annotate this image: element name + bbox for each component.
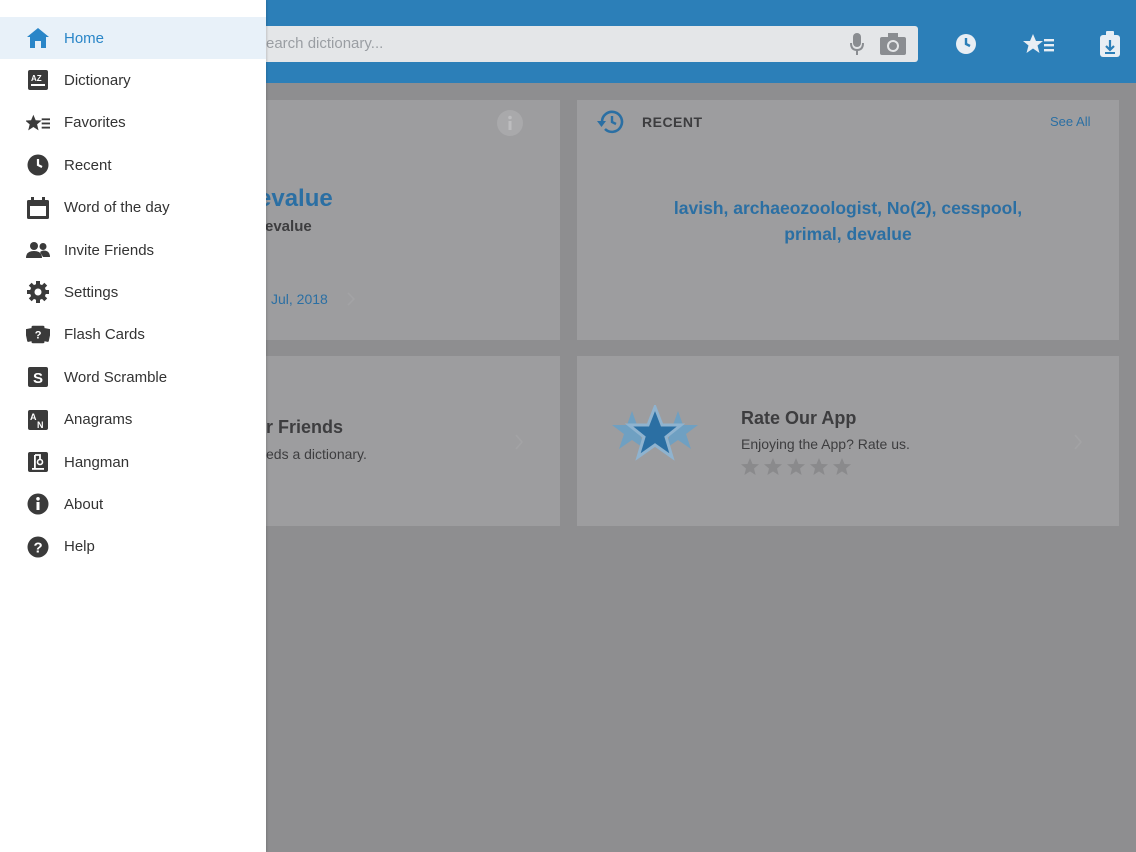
info-icon (26, 493, 50, 515)
rate-app-card[interactable]: Rate Our App Enjoying the App? Rate us. (577, 356, 1119, 526)
people-icon (26, 239, 50, 261)
word-scramble-icon: S (26, 366, 50, 388)
search-input[interactable]: earch dictionary... (266, 35, 383, 52)
menu-item-label: Recent (64, 156, 112, 174)
svg-text:A: A (30, 412, 37, 422)
camera-icon[interactable] (880, 33, 906, 55)
svg-text:AZ: AZ (31, 74, 42, 83)
recent-words-line-2[interactable]: primal, devalue (577, 221, 1119, 247)
menu-item-label: Anagrams (64, 411, 133, 429)
word-of-day-date: Jul, 2018 (271, 291, 328, 307)
invite-friends-subtitle: eds a dictionary. (266, 446, 367, 462)
svg-text:S: S (33, 370, 43, 387)
menu-item-help[interactable]: ? Help (0, 526, 266, 568)
menu-item-word-of-the-day[interactable]: Word of the day (0, 187, 266, 229)
info-badge-icon[interactable] (497, 110, 523, 136)
menu-item-label: Settings (64, 284, 119, 302)
rating-stars[interactable] (741, 458, 851, 475)
menu-item-label: Flash Cards (64, 326, 145, 344)
menu-item-label: Word of the day (64, 199, 170, 217)
microphone-icon[interactable] (850, 33, 864, 55)
recent-words-line-1[interactable]: lavish, archaeozoologist, No(2), cesspoo… (577, 195, 1119, 221)
gear-icon (26, 281, 50, 304)
calendar-icon (26, 196, 50, 219)
download-icon[interactable] (1100, 31, 1120, 57)
chevron-right-icon[interactable] (1073, 434, 1083, 450)
home-icon (26, 27, 50, 49)
recent-title: RECENT (642, 114, 703, 130)
menu-item-flash-cards[interactable]: ? Flash Cards (0, 314, 266, 356)
menu-item-home[interactable]: Home (0, 17, 266, 60)
hangman-icon (26, 451, 50, 473)
rating-star-icon[interactable] (810, 458, 828, 475)
navigation-drawer: Home AZ Dictionary Favorites Recent Word… (0, 0, 266, 852)
rate-app-subtitle: Enjoying the App? Rate us. (741, 436, 910, 452)
menu-item-label: Favorites (64, 114, 126, 132)
menu-item-label: Hangman (64, 453, 130, 471)
menu-item-favorites[interactable]: Favorites (0, 102, 266, 144)
rating-star-icon[interactable] (787, 458, 805, 475)
menu-item-invite-friends[interactable]: Invite Friends (0, 229, 266, 271)
search-bar[interactable]: earch dictionary... (250, 26, 918, 62)
chevron-right-icon[interactable] (514, 434, 524, 450)
menu-item-label: Word Scramble (64, 368, 168, 386)
clock-icon (26, 154, 50, 176)
menu-item-dictionary[interactable]: AZ Dictionary (0, 59, 266, 101)
menu-item-hangman[interactable]: Hangman (0, 441, 266, 483)
word-of-day-subword: evalue (265, 218, 312, 235)
menu-item-settings[interactable]: Settings (0, 271, 266, 313)
flash-cards-icon: ? (26, 324, 50, 346)
menu-item-label: Help (64, 538, 95, 556)
menu-item-label: Dictionary (64, 72, 131, 90)
menu-item-about[interactable]: About (0, 483, 266, 525)
word-of-day-word: evalue (258, 185, 333, 212)
rate-stars-icon (610, 405, 700, 469)
recent-card[interactable]: RECENT See All lavish, archaeozoologist,… (577, 100, 1119, 340)
favorites-list-icon[interactable] (1023, 33, 1055, 55)
rate-app-title: Rate Our App (741, 408, 857, 428)
recent-words[interactable]: lavish, archaeozoologist, No(2), cesspoo… (577, 195, 1119, 247)
menu-item-recent[interactable]: Recent (0, 144, 266, 186)
menu-item-word-scramble[interactable]: S Word Scramble (0, 356, 266, 398)
svg-text:N: N (37, 420, 44, 430)
dictionary-icon: AZ (26, 69, 50, 91)
history-icon (597, 109, 625, 135)
menu-item-label: About (64, 495, 104, 513)
menu-item-label: Home (64, 29, 105, 47)
recent-clock-icon[interactable] (955, 33, 977, 55)
help-icon: ? (26, 536, 50, 558)
chevron-right-icon[interactable] (346, 292, 356, 306)
rating-star-icon[interactable] (833, 458, 851, 475)
see-all-link[interactable]: See All (1050, 114, 1090, 129)
svg-text:?: ? (35, 329, 42, 341)
rating-star-icon[interactable] (764, 458, 782, 475)
anagrams-icon: AN (26, 409, 50, 431)
invite-friends-title: r Friends (266, 417, 344, 437)
svg-text:?: ? (34, 539, 43, 556)
menu-item-label: Invite Friends (64, 241, 155, 259)
rating-star-icon[interactable] (741, 458, 759, 475)
menu-item-anagrams[interactable]: AN Anagrams (0, 399, 266, 441)
favorites-icon (26, 112, 50, 134)
